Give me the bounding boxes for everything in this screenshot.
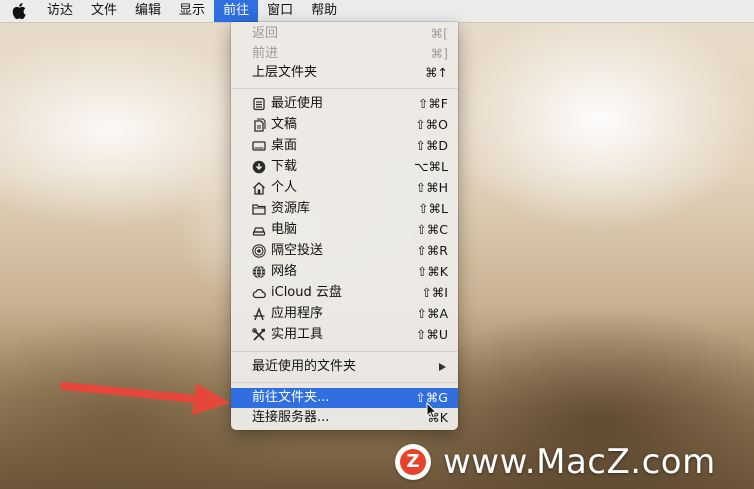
macz-logo: Z [395, 444, 431, 480]
menu-item-library[interactable]: 资源库 ⇧⌘L [231, 199, 458, 219]
menu-item-downloads[interactable]: 下载 ⌥⌘L [231, 157, 458, 177]
menu-item-shortcut: ⇧⌘H [415, 180, 448, 195]
watermark-text: www.MacZ.com [443, 442, 716, 482]
menu-item-label: 资源库 [271, 201, 311, 216]
icloud-icon [252, 286, 266, 300]
documents-icon [252, 118, 266, 132]
menu-item-shortcut: ⇧⌘K [416, 264, 448, 279]
menu-item-label: 应用程序 [271, 306, 324, 321]
menu-item-label: 实用工具 [271, 327, 324, 342]
menu-item-shortcut: ⇧⌘O [415, 117, 448, 132]
library-folder-icon [252, 202, 266, 216]
menu-item-shortcut: ⇧⌘C [416, 222, 448, 237]
menu-item-label: 隔空投送 [271, 243, 324, 258]
menu-item-label: 个人 [271, 180, 298, 195]
menu-item-enclosing-folder[interactable]: 上层文件夹 ⌘↑ [231, 63, 458, 83]
apple-logo-icon [12, 3, 26, 19]
menu-item-shortcut: ⇧⌘A [416, 306, 448, 321]
menu-item-label: 前往文件夹... [252, 390, 330, 405]
menu-file[interactable]: 文件 [82, 0, 126, 22]
apple-menu[interactable] [0, 0, 38, 22]
menu-item-network[interactable]: 网络 ⇧⌘K [231, 262, 458, 282]
computer-icon [252, 223, 266, 237]
desktop-icon [252, 139, 266, 153]
menu-item-label: 最近使用的文件夹 [252, 359, 357, 374]
menu-item-shortcut: ⌥⌘L [414, 159, 448, 174]
menu-item-recents[interactable]: 最近使用 ⇧⌘F [231, 94, 458, 114]
menu-item-label: 文稿 [271, 117, 298, 132]
menu-item-shortcut: ⌘[ [430, 26, 448, 41]
menu-item-forward[interactable]: 前进 ⌘] [231, 44, 458, 64]
home-icon [252, 181, 266, 195]
menu-item-label: 最近使用 [271, 96, 324, 111]
menu-item-label: 电脑 [271, 222, 298, 237]
menu-item-label: 桌面 [271, 138, 298, 153]
menu-item-shortcut: ⌘] [430, 46, 448, 61]
menu-item-computer[interactable]: 电脑 ⇧⌘C [231, 220, 458, 240]
menu-item-label: 下载 [271, 159, 298, 174]
utilities-icon [252, 328, 266, 342]
menu-item-label: 连接服务器... [252, 410, 330, 425]
menu-item-shortcut: ⇧⌘R [416, 243, 448, 258]
menu-item-recent-folders[interactable]: 最近使用的文件夹 [231, 357, 458, 377]
menu-item-icloud-drive[interactable]: iCloud 云盘 ⇧⌘I [231, 283, 458, 303]
menu-item-airdrop[interactable]: 隔空投送 ⇧⌘R [231, 241, 458, 261]
menu-bar: 访达 文件 编辑 显示 前往 窗口 帮助 [0, 0, 754, 23]
recents-icon [252, 97, 266, 111]
menu-item-connect-server[interactable]: 连接服务器... ⌘K [231, 408, 458, 428]
menu-item-documents[interactable]: 文稿 ⇧⌘O [231, 115, 458, 135]
submenu-arrow-icon [439, 363, 446, 371]
menu-item-shortcut: ⇧⌘D [415, 138, 448, 153]
menu-item-go-to-folder[interactable]: 前往文件夹... ⇧⌘G [231, 388, 458, 408]
menu-item-back[interactable]: 返回 ⌘[ [231, 24, 458, 44]
menu-help[interactable]: 帮助 [302, 0, 346, 22]
applications-icon [252, 307, 266, 321]
annotation-arrow-icon [60, 382, 230, 415]
mouse-pointer-icon [426, 402, 438, 419]
menu-item-home[interactable]: 个人 ⇧⌘H [231, 178, 458, 198]
menu-item-utilities[interactable]: 实用工具 ⇧⌘U [231, 325, 458, 345]
menu-item-shortcut: ⇧⌘U [415, 327, 448, 342]
menu-separator [231, 382, 458, 383]
menu-edit[interactable]: 编辑 [126, 0, 170, 22]
menu-finder[interactable]: 访达 [38, 0, 82, 22]
menu-item-label: 上层文件夹 [252, 65, 318, 80]
macz-logo-letter: Z [400, 449, 426, 475]
menu-item-label: 返回 [252, 26, 279, 41]
menu-window[interactable]: 窗口 [258, 0, 302, 22]
menu-go[interactable]: 前往 [214, 0, 259, 22]
menu-item-label: 前进 [252, 46, 279, 61]
airdrop-icon [252, 244, 266, 258]
menu-separator [231, 351, 458, 352]
menu-item-shortcut: ⌘↑ [425, 65, 448, 80]
menu-item-label: iCloud 云盘 [271, 285, 342, 300]
menu-item-applications[interactable]: 应用程序 ⇧⌘A [231, 304, 458, 324]
menu-view[interactable]: 显示 [170, 0, 214, 22]
menu-item-shortcut: ⇧⌘F [417, 96, 448, 111]
menu-item-label: 网络 [271, 264, 298, 279]
go-menu-dropdown: 返回 ⌘[ 前进 ⌘] 上层文件夹 ⌘↑ 最近使用 ⇧⌘F 文稿 ⇧⌘O 桌面 … [231, 22, 458, 430]
network-icon [252, 265, 266, 279]
menu-item-desktop[interactable]: 桌面 ⇧⌘D [231, 136, 458, 156]
menu-item-shortcut: ⇧⌘L [418, 201, 448, 216]
downloads-icon [252, 160, 266, 174]
watermark: Z www.MacZ.com [395, 440, 716, 484]
menu-item-shortcut: ⇧⌘I [421, 285, 448, 300]
menu-separator [231, 88, 458, 89]
